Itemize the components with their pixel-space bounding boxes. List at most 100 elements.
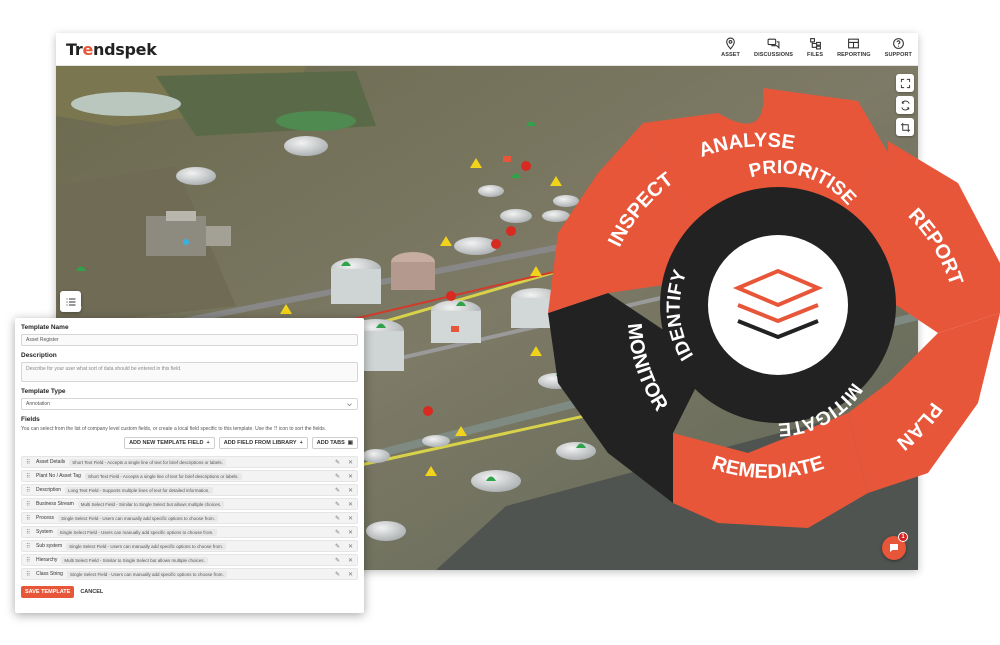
row-actions: ✎ ✕: [335, 459, 353, 466]
location-pin-icon: [726, 37, 735, 50]
add-new-template-field-label: ADD NEW TEMPLATE FIELD: [129, 440, 204, 446]
edit-icon[interactable]: ✎: [335, 529, 340, 536]
drag-handle-icon[interactable]: ⠿: [26, 557, 34, 564]
drag-handle-icon[interactable]: ⠿: [26, 473, 34, 480]
cancel-button[interactable]: CANCEL: [80, 589, 103, 595]
plus-icon: +: [299, 440, 303, 446]
close-icon[interactable]: ✕: [348, 571, 353, 578]
drag-handle-icon[interactable]: ⠿: [26, 501, 34, 508]
edit-icon[interactable]: ✎: [335, 487, 340, 494]
edit-icon[interactable]: ✎: [335, 543, 340, 550]
top-bar: Trendspek ASSET DISCUSSIONS FILES REPORT…: [56, 33, 918, 66]
field-name: Sub system: [36, 543, 63, 549]
drag-handle-icon[interactable]: ⠿: [26, 543, 34, 550]
close-icon[interactable]: ✕: [348, 501, 353, 508]
template-type-value: Annotation: [26, 401, 50, 407]
nav-asset[interactable]: ASSET: [721, 37, 740, 58]
field-name: Description: [36, 487, 62, 493]
edit-icon[interactable]: ✎: [335, 557, 340, 564]
logo-text-end: ndspek: [93, 40, 157, 59]
add-new-template-field-button[interactable]: ADD NEW TEMPLATE FIELD +: [124, 437, 215, 449]
template-field-row[interactable]: ⠿ Hierarchy Multi Select Field - Similar t…: [21, 554, 358, 566]
template-name-input[interactable]: Asset Register: [21, 334, 358, 346]
row-actions: ✎ ✕: [335, 473, 353, 480]
panel-footer: SAVE TEMPLATE CANCEL: [21, 586, 358, 598]
close-icon[interactable]: ✕: [348, 487, 353, 494]
plus-icon: +: [206, 440, 210, 446]
edit-icon[interactable]: ✎: [335, 473, 340, 480]
nav-files[interactable]: FILES: [807, 37, 823, 58]
template-field-row[interactable]: ⠿ Plant No / Asset Tag Short Text Field - …: [21, 470, 358, 482]
fields-help-text: You can select from the list of company …: [21, 426, 358, 432]
field-name: Business Stream: [36, 501, 74, 507]
template-field-row[interactable]: ⠿ Process Single Select Field - Users can …: [21, 512, 358, 524]
edit-icon[interactable]: ✎: [335, 571, 340, 578]
close-icon[interactable]: ✕: [348, 473, 353, 480]
top-nav: ASSET DISCUSSIONS FILES REPORTING SUPPOR…: [721, 37, 912, 58]
fields-help-start: You can select from the list of company …: [21, 426, 273, 432]
drag-handle-icon[interactable]: ⠿: [26, 529, 34, 536]
add-tabs-button[interactable]: ADD TABS ▣: [311, 437, 358, 449]
chat-icon: [890, 544, 898, 552]
row-actions: ✎ ✕: [335, 515, 353, 522]
save-template-button[interactable]: SAVE TEMPLATE: [21, 586, 75, 598]
row-actions: ✎ ✕: [335, 529, 353, 536]
drag-handle-icon[interactable]: ⠿: [26, 487, 34, 494]
drag-handle-icon[interactable]: ⠿: [26, 459, 34, 466]
fields-label: Fields: [21, 416, 40, 423]
template-type-label: Template Type: [21, 388, 66, 395]
template-field-row[interactable]: ⠿ Class String Single Select Field - Users…: [21, 568, 358, 580]
template-field-row[interactable]: ⠿ Asset Details Short Text Field - Accepts…: [21, 456, 358, 468]
layers-list-button[interactable]: [60, 291, 81, 312]
close-icon[interactable]: ✕: [348, 529, 353, 536]
drag-handle-icon[interactable]: ⠿: [26, 515, 34, 522]
logo-text-accent: e: [82, 40, 94, 59]
field-type-description: Single Select Field - Users can manually…: [66, 542, 226, 550]
close-icon[interactable]: ✕: [348, 543, 353, 550]
field-type-description: Multi Select Field - Similar to Single S…: [77, 500, 225, 508]
template-field-row[interactable]: ⠿ Business Stream Multi Select Field - Sim…: [21, 498, 358, 510]
edit-icon[interactable]: ✎: [335, 459, 340, 466]
field-type-description: Single Select Field - Users can manually…: [58, 514, 218, 522]
app-logo[interactable]: Trendspek: [66, 40, 157, 59]
close-icon[interactable]: ✕: [348, 459, 353, 466]
nav-files-label: FILES: [807, 52, 824, 58]
field-name: Hierarchy: [36, 557, 58, 563]
description-label: Description: [21, 352, 57, 359]
row-actions: ✎ ✕: [335, 571, 353, 578]
template-type-select[interactable]: Annotation: [21, 398, 358, 410]
chat-launcher-button[interactable]: 1: [882, 532, 908, 560]
field-type-description: Long Text Field - Supports multiple line…: [65, 486, 213, 494]
table-icon: [848, 38, 860, 49]
row-actions: ✎ ✕: [335, 501, 353, 508]
sort-handle-icon: ⠿: [273, 426, 278, 432]
template-editor-panel: Template Name Asset Register Description…: [15, 318, 364, 613]
edit-icon[interactable]: ✎: [335, 501, 340, 508]
field-type-description: Single Select Field - Users can manually…: [56, 528, 217, 536]
nav-reporting-label: REPORTING: [837, 52, 871, 58]
close-icon[interactable]: ✕: [348, 557, 353, 564]
field-name: Asset Details: [36, 459, 66, 465]
field-type-description: Single Select Field - Users can manually…: [66, 570, 227, 578]
template-field-row[interactable]: ⠿ Sub system Single Select Field - Users c…: [21, 540, 358, 552]
row-actions: ✎ ✕: [335, 543, 353, 550]
row-actions: ✎ ✕: [335, 557, 353, 564]
nav-support[interactable]: SUPPORT: [885, 37, 912, 58]
row-actions: ✎ ✕: [335, 487, 353, 494]
edit-icon[interactable]: ✎: [335, 515, 340, 522]
description-textarea[interactable]: Describe for your user what sort of data…: [21, 362, 358, 382]
chevron-down-icon: [347, 402, 352, 406]
add-field-from-library-label: ADD FIELD FROM LIBRARY: [223, 440, 297, 446]
folder-tree-icon: [809, 38, 821, 50]
nav-discussions-label: DISCUSSIONS: [754, 52, 793, 58]
add-field-from-library-button[interactable]: ADD FIELD FROM LIBRARY +: [218, 437, 308, 449]
template-field-row[interactable]: ⠿ System Single Select Field - Users can m…: [21, 526, 358, 538]
template-field-row[interactable]: ⠿ Description Long Text Field - Supports m…: [21, 484, 358, 496]
template-name-label: Template Name: [21, 324, 69, 331]
nav-reporting[interactable]: REPORTING: [837, 37, 871, 58]
drag-handle-icon[interactable]: ⠿: [26, 571, 34, 578]
field-type-description: Short Text Field - Accepts a single line…: [84, 472, 242, 480]
nav-discussions[interactable]: DISCUSSIONS: [754, 37, 793, 58]
nav-asset-label: ASSET: [721, 52, 740, 58]
close-icon[interactable]: ✕: [348, 515, 353, 522]
